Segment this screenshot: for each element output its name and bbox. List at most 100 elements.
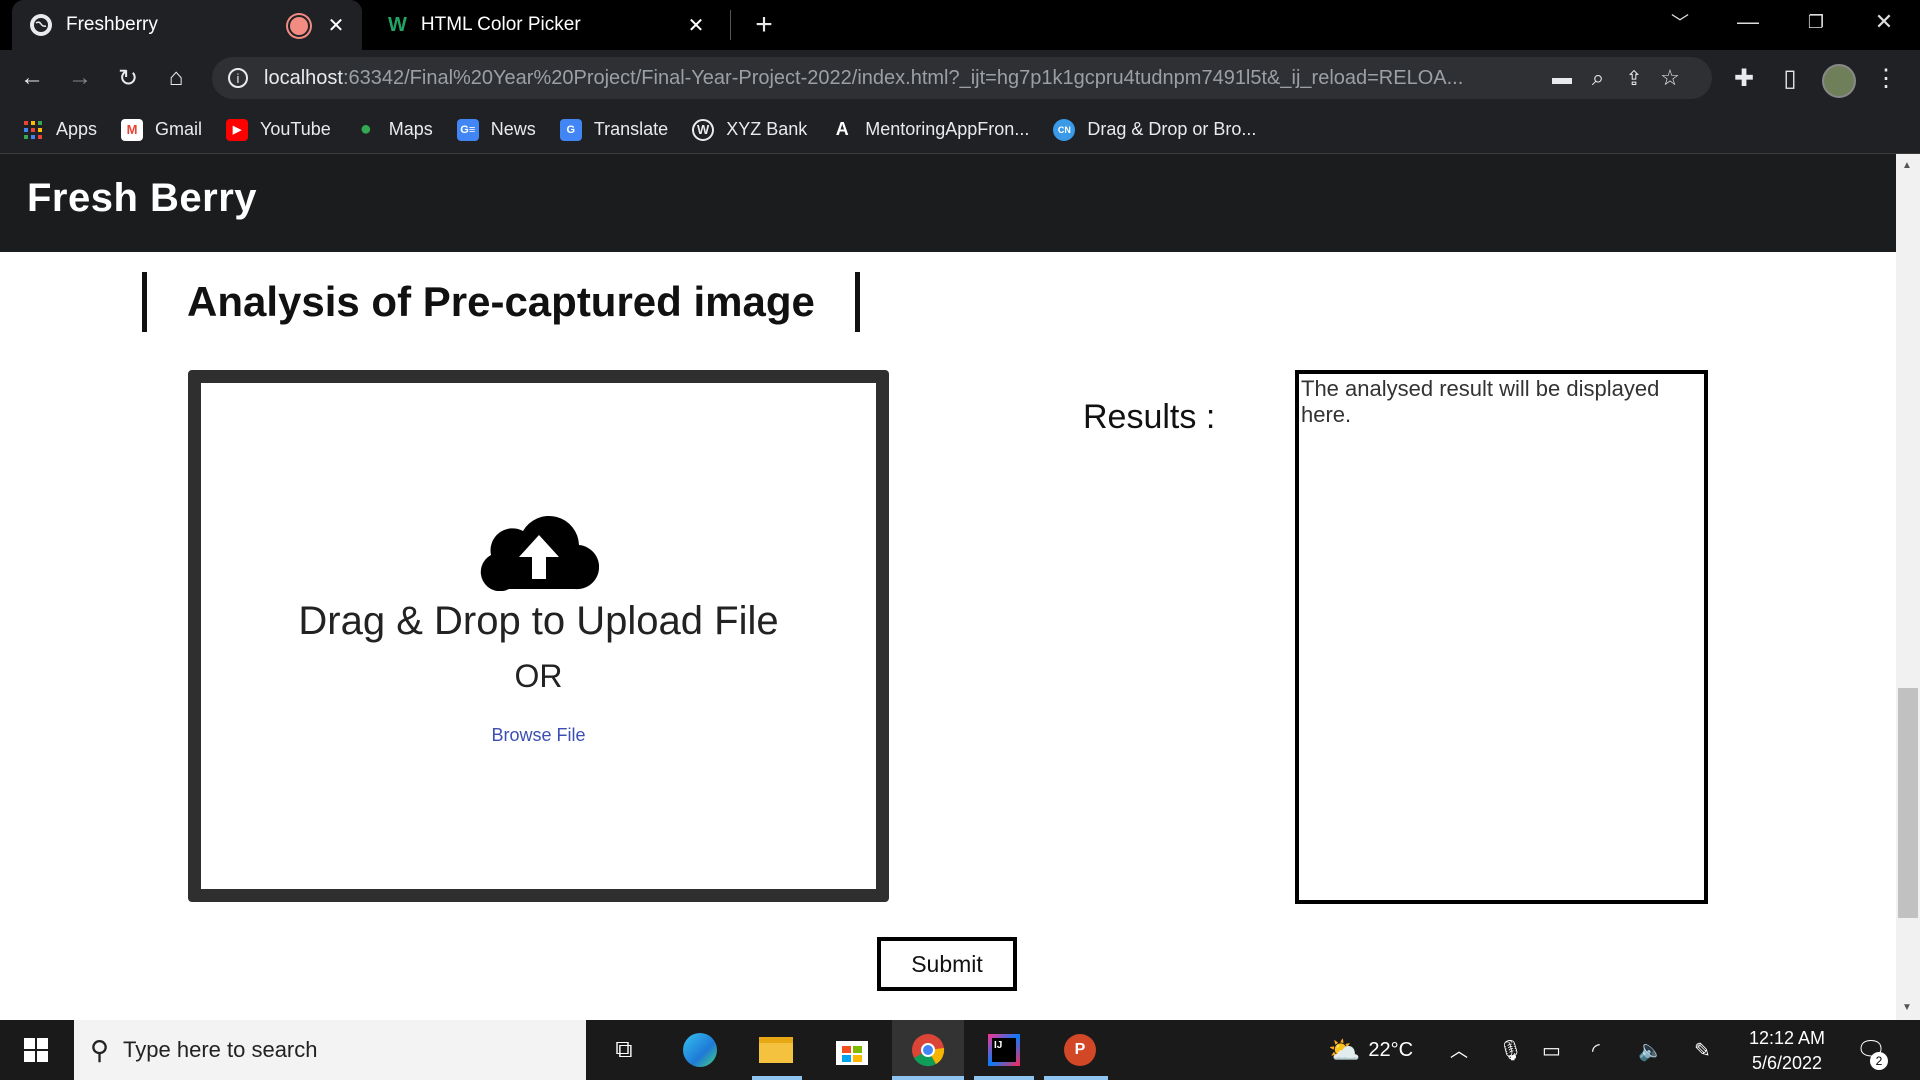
results-placeholder: The analysed result will be displayed he… [1301, 376, 1660, 427]
close-icon[interactable]: ✕ [684, 13, 708, 37]
reload-button[interactable]: ↻ [110, 60, 146, 96]
w3schools-icon: W [388, 13, 407, 36]
tab-title: Freshberry [66, 14, 158, 35]
notifications-button[interactable]: 🗨 2 [1856, 1020, 1888, 1080]
home-button[interactable]: ⌂ [158, 60, 194, 96]
bookmark-xyz-bank[interactable]: W XYZ Bank [692, 118, 808, 141]
clock-date: 5/6/2022 [1751, 1053, 1823, 1073]
search-icon: ⚲ [90, 1034, 110, 1065]
side-panel-icon[interactable]: ▯ [1772, 60, 1808, 96]
powerpoint-icon[interactable]: P [1044, 1020, 1116, 1080]
browse-file-link[interactable]: Browse File [491, 725, 585, 746]
bookmark-label: Drag & Drop or Bro... [1087, 119, 1257, 139]
weather-temp: 22°C [1368, 1038, 1414, 1061]
chrome-icon[interactable] [892, 1020, 964, 1080]
menu-icon[interactable]: ⋮ [1868, 60, 1904, 96]
battery-icon[interactable]: ▭ [1542, 1020, 1561, 1080]
microphone-icon[interactable]: 🎙 [1498, 1020, 1523, 1080]
bookmark-maps[interactable]: ● Maps [355, 118, 433, 141]
clock[interactable]: 12:12 AM 5/6/2022 [1742, 1024, 1832, 1078]
bookmark-drag-drop[interactable]: CN Drag & Drop or Bro... [1053, 118, 1257, 141]
profile-avatar[interactable] [1822, 64, 1856, 98]
running-indicator [1044, 1076, 1108, 1080]
show-hidden-icons-icon[interactable]: ︿ [1450, 1020, 1468, 1080]
tab-freshberry[interactable]: Freshberry ✕ [12, 0, 362, 50]
tab-strip: Freshberry ✕ W HTML Color Picker ✕ + ﹀ —… [0, 0, 1920, 50]
bookmark-label: Apps [56, 119, 98, 139]
minimize-button[interactable]: — [1718, 0, 1778, 44]
forward-button[interactable]: → [62, 60, 98, 96]
translate-icon: G [559, 118, 582, 141]
bookmark-apps[interactable]: Apps [22, 119, 97, 141]
site-brand[interactable]: Fresh Berry [27, 176, 257, 221]
wifi-icon[interactable]: ◜ [1592, 1020, 1600, 1080]
upload-dropzone[interactable]: Drag & Drop to Upload File OR Browse Fil… [188, 370, 889, 902]
section-title: Analysis of Pre-captured image [142, 272, 860, 332]
windows-logo-icon [24, 1038, 48, 1062]
bookmark-label: Gmail [155, 119, 203, 139]
codingninjas-icon: CN [1053, 118, 1076, 141]
submit-button[interactable]: Submit [877, 937, 1017, 991]
bookmark-label: XYZ Bank [726, 119, 808, 139]
extensions-icon[interactable]: ✚ [1726, 60, 1762, 96]
microsoft-store-icon[interactable] [816, 1020, 888, 1080]
volume-icon[interactable]: 🔈 [1638, 1020, 1663, 1080]
bookmark-label: Maps [388, 119, 433, 139]
weather-widget[interactable]: ⛅ 22°C [1328, 1020, 1413, 1080]
url-text: localhost:63342/Final%20Year%20Project/F… [264, 67, 1544, 90]
bookmark-mentoring-app[interactable]: A MentoringAppFron... [831, 119, 1030, 141]
site-info-icon[interactable]: i [228, 68, 248, 88]
running-indicator [974, 1076, 1034, 1080]
apps-grid-icon [22, 119, 44, 141]
gmail-icon: M [121, 118, 144, 141]
recording-indicator-icon [288, 15, 310, 37]
youtube-icon: ▶ [226, 118, 249, 141]
wordpress-icon: W [692, 118, 715, 141]
zoom-icon[interactable]: ⌕ [1580, 60, 1616, 96]
intellij-icon[interactable]: IJ [968, 1020, 1040, 1080]
file-explorer-icon[interactable] [740, 1020, 812, 1080]
bookmark-label: News [490, 119, 536, 139]
close-icon[interactable]: ✕ [324, 13, 348, 37]
results-output-box: The analysed result will be displayed he… [1295, 370, 1708, 904]
address-bar[interactable]: i localhost:63342/Final%20Year%20Project… [212, 57, 1712, 99]
active-indicator [892, 1076, 964, 1080]
taskbar-search[interactable]: ⚲ Type here to search [74, 1020, 586, 1080]
edge-icon[interactable] [664, 1020, 736, 1080]
site-header: Fresh Berry [0, 154, 1896, 252]
back-button[interactable]: ← [14, 60, 50, 96]
angular-icon: A [835, 119, 849, 139]
url-path: :63342/Final%20Year%20Project/Final-Year… [342, 66, 1464, 89]
bookmark-label: MentoringAppFron... [865, 119, 1030, 139]
dropzone-or: OR [514, 658, 563, 694]
camera-blocked-icon[interactable]: ▬ [1544, 60, 1580, 96]
bookmark-news[interactable]: G≡ News [456, 118, 536, 141]
bookmark-gmail[interactable]: M Gmail [121, 118, 203, 141]
window-close-button[interactable]: ✕ [1854, 0, 1914, 44]
weather-cloud-icon: ⛅ [1328, 1034, 1361, 1065]
url-host: localhost [264, 66, 343, 89]
bookmark-translate[interactable]: G Translate [559, 118, 668, 141]
scroll-down-icon[interactable]: ▼ [1902, 1002, 1912, 1013]
dropzone-instructions: Drag & Drop to Upload File [298, 599, 779, 643]
scroll-up-icon[interactable]: ▲ [1902, 160, 1912, 171]
running-indicator [752, 1076, 802, 1080]
taskbar-search-placeholder: Type here to search [123, 1037, 318, 1062]
tab-title: HTML Color Picker [420, 14, 581, 35]
bookmark-youtube[interactable]: ▶ YouTube [226, 118, 331, 141]
scrollbar-thumb[interactable] [1898, 688, 1918, 918]
page-viewport: Fresh Berry Analysis of Pre-captured ima… [0, 154, 1896, 1020]
bookmark-label: YouTube [260, 119, 331, 139]
bookmark-star-icon[interactable]: ☆ [1652, 60, 1688, 96]
new-tab-button[interactable]: + [746, 7, 782, 43]
restore-button[interactable]: ❐ [1786, 0, 1846, 44]
tab-divider [730, 10, 731, 40]
share-icon[interactable]: ⇪ [1616, 60, 1652, 96]
cloud-upload-icon [480, 515, 599, 591]
task-view-icon[interactable]: ⧉ [588, 1020, 660, 1080]
start-button[interactable] [0, 1020, 72, 1080]
clock-time: 12:12 AM [1748, 1028, 1826, 1048]
tab-html-color-picker[interactable]: W HTML Color Picker ✕ [372, 0, 722, 50]
tab-search-icon[interactable]: ﹀ [1650, 0, 1710, 44]
pen-icon[interactable]: ✎ [1694, 1020, 1711, 1080]
